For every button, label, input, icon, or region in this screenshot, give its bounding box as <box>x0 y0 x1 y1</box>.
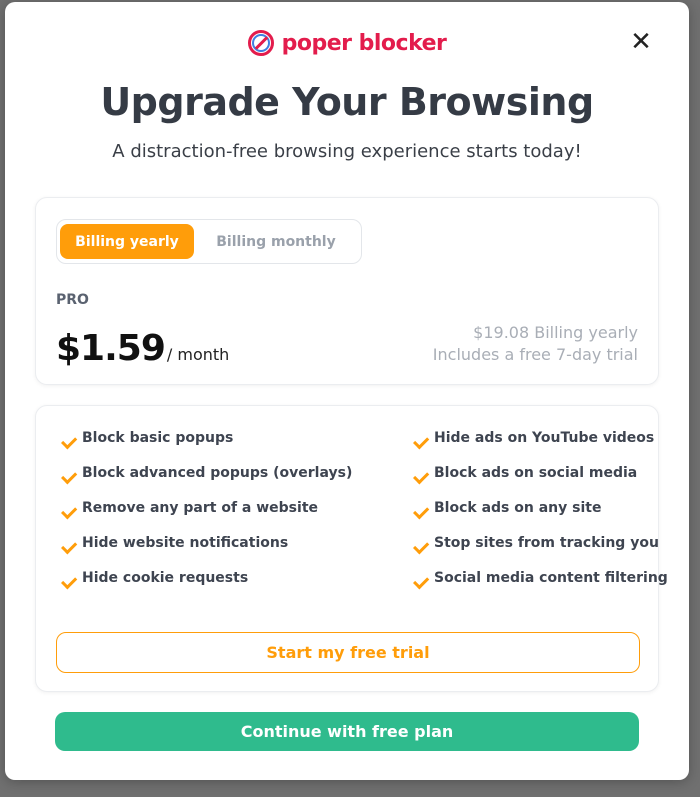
checkmark-icon <box>56 429 74 447</box>
brand-header: poper blocker <box>5 30 689 56</box>
upgrade-modal: poper blocker ✕ Upgrade Your Browsing A … <box>5 2 689 780</box>
checkmark-icon <box>56 499 74 517</box>
feature-item: Block ads on social media <box>408 463 668 482</box>
checkmark-icon <box>56 464 74 482</box>
billing-toggle: Billing yearly Billing monthly <box>56 219 362 264</box>
billing-monthly-option[interactable]: Billing monthly <box>194 224 358 259</box>
feature-item: Hide website notifications <box>56 533 408 552</box>
billing-yearly-option[interactable]: Billing yearly <box>60 224 194 259</box>
checkmark-icon <box>408 429 426 447</box>
checkmark-icon <box>408 464 426 482</box>
feature-item: Block basic popups <box>56 428 408 447</box>
feature-item: Stop sites from tracking you <box>408 533 668 552</box>
feature-item: Hide ads on YouTube videos <box>408 428 668 447</box>
checkmark-icon <box>408 499 426 517</box>
price-period: / month <box>166 345 230 364</box>
feature-item: Social media content filtering <box>408 568 668 587</box>
checkmark-icon <box>56 569 74 587</box>
page-title: Upgrade Your Browsing <box>100 80 594 124</box>
features-card: Block basic popups Hide ads on YouTube v… <box>35 405 668 692</box>
billing-total: $19.08 Billing yearly <box>473 323 638 342</box>
checkmark-icon <box>408 569 426 587</box>
pricing-card: Billing yearly Billing monthly PRO $1.59… <box>35 197 659 385</box>
page-subtitle: A distraction-free browsing experience s… <box>112 141 582 162</box>
poper-blocker-logo-icon <box>247 30 274 56</box>
feature-item: Hide cookie requests <box>56 568 408 587</box>
feature-item: Block ads on any site <box>408 498 668 517</box>
price-row: $1.59 / month <box>56 328 229 369</box>
trial-note: Includes a free 7-day trial <box>432 345 638 364</box>
feature-list: Block basic popups Hide ads on YouTube v… <box>56 428 668 587</box>
feature-item: Block advanced popups (overlays) <box>56 463 408 482</box>
start-free-trial-button[interactable]: Start my free trial <box>56 632 640 673</box>
billing-info: $19.08 Billing yearly Includes a free 7-… <box>433 322 638 366</box>
continue-free-plan-button[interactable]: Continue with free plan <box>55 712 639 751</box>
feature-item: Remove any part of a website <box>56 498 408 517</box>
close-icon[interactable]: ✕ <box>629 29 653 55</box>
checkmark-icon <box>408 534 426 552</box>
plan-name: PRO <box>56 292 89 308</box>
brand-name: poper blocker <box>281 30 447 56</box>
price-value: $1.59 <box>56 328 166 369</box>
checkmark-icon <box>56 534 74 552</box>
